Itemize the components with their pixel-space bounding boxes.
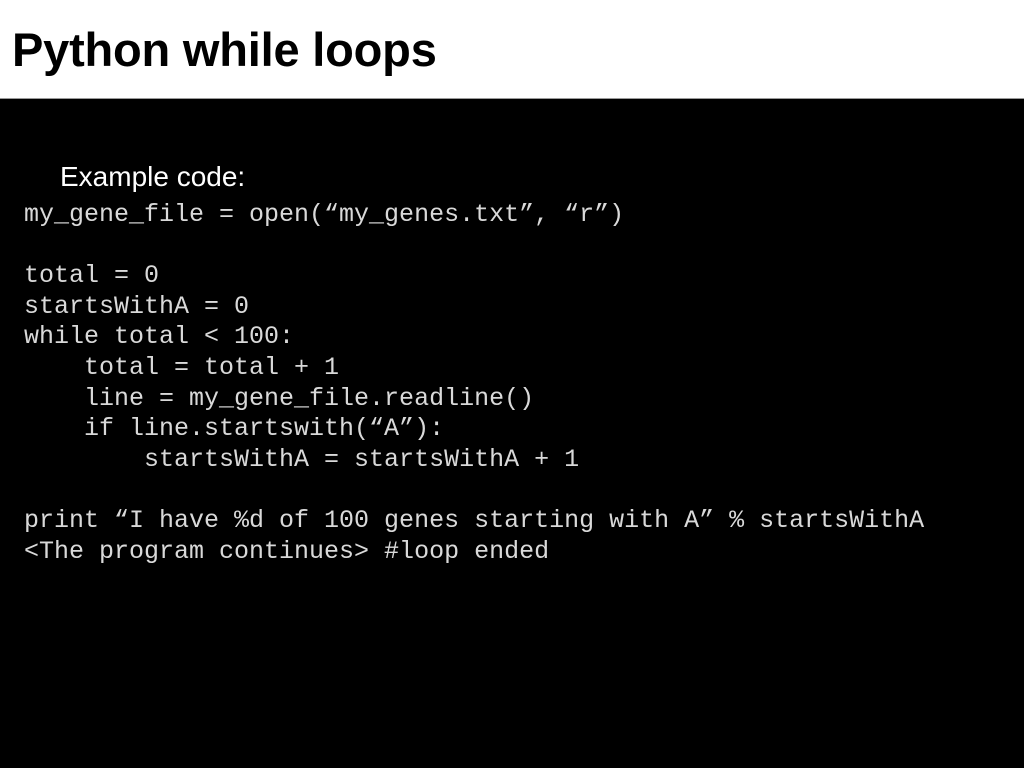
code-line: line = my_gene_file.readline() (24, 383, 535, 413)
code-line: startsWithA = startsWithA + 1 (24, 444, 580, 474)
code-line: print “I have %d of 100 genes starting w… (24, 505, 925, 535)
code-line: startsWithA = 0 (24, 291, 250, 321)
code-line: my_gene_file = open(“my_genes.txt”, “r”) (24, 200, 625, 229)
code-line: total = 0 (24, 261, 160, 291)
example-code-label: Example code: (60, 161, 246, 192)
code-line: <The program continues> #loop ended (24, 536, 550, 566)
page-title: Python while loops (12, 23, 437, 76)
slide: Python while loops Example code: my_gene… (0, 0, 1024, 768)
code-line: if line.startswith(“A”): (24, 414, 445, 444)
code-line: while total < 100: (24, 322, 295, 352)
code-line: total = total + 1 (24, 352, 340, 382)
slide-header: Python while loops (0, 0, 1024, 99)
code-block: my_gene_file = open(“my_genes.txt”, “r”)… (24, 200, 924, 567)
slide-body: Example code: my_gene_file = open(“my_ge… (0, 100, 1024, 768)
